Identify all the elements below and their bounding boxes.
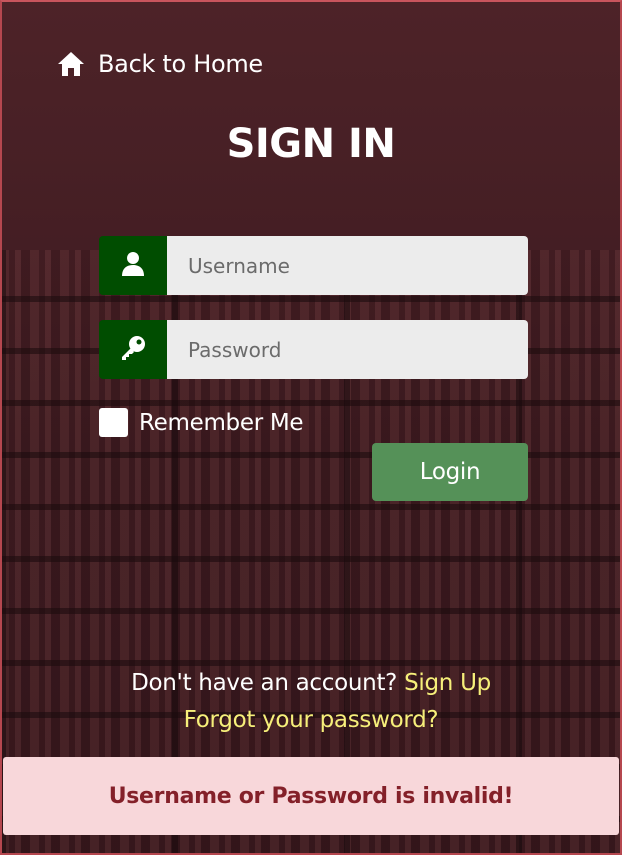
username-input[interactable] <box>167 236 528 295</box>
forgot-password-line: Forgot your password? <box>0 707 622 733</box>
remember-me-checkbox[interactable] <box>99 408 128 437</box>
error-alert-message: Username or Password is invalid! <box>108 783 514 809</box>
signup-prompt-line: Don't have an account? Sign Up <box>0 670 622 696</box>
back-to-home-link[interactable]: Back to Home <box>56 49 263 79</box>
sign-up-link[interactable]: Sign Up <box>404 670 491 696</box>
remember-me-control[interactable]: Remember Me <box>99 408 304 437</box>
signup-prompt-text: Don't have an account? <box>131 670 398 696</box>
login-button[interactable]: Login <box>372 443 528 501</box>
page-title: SIGN IN <box>226 121 396 167</box>
username-addon <box>99 236 167 295</box>
error-alert: Username or Password is invalid! <box>3 757 619 835</box>
password-input[interactable] <box>167 320 528 379</box>
key-icon <box>119 334 147 366</box>
username-field-group <box>99 236 528 295</box>
remember-me-label: Remember Me <box>139 409 304 436</box>
back-to-home-label: Back to Home <box>98 50 263 78</box>
home-icon <box>56 49 86 79</box>
forgot-password-link[interactable]: Forgot your password? <box>184 707 439 733</box>
user-icon <box>121 251 145 281</box>
password-addon <box>99 320 167 379</box>
password-field-group <box>99 320 528 379</box>
